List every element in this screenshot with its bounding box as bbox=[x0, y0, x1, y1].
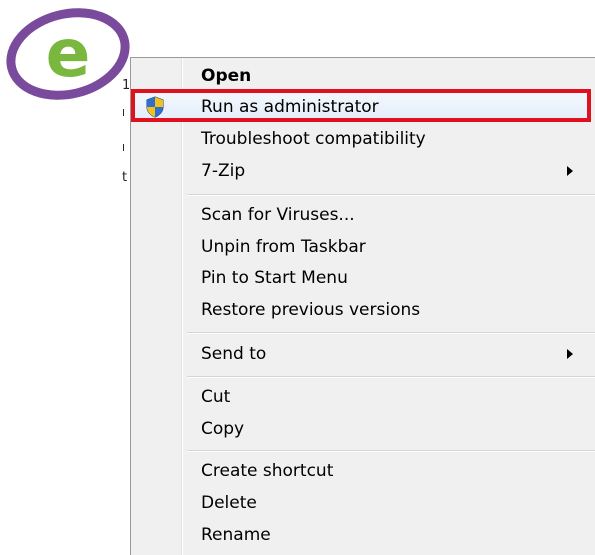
menu-item-label: Run as administrator bbox=[201, 97, 379, 117]
menu-item-7-zip[interactable]: 7-Zip bbox=[131, 156, 595, 186]
e-logo: e bbox=[6, 8, 130, 100]
menu-separator bbox=[187, 376, 595, 378]
menu-item-label: Copy bbox=[201, 419, 245, 439]
menu-item-label: Scan for Viruses... bbox=[201, 205, 355, 225]
menu-item-label: 7-Zip bbox=[201, 161, 246, 181]
menu-item-label: Create shortcut bbox=[201, 461, 334, 481]
menu-item-label: Rename bbox=[201, 525, 271, 545]
submenu-arrow-icon bbox=[567, 166, 573, 176]
menu-item-rename[interactable]: Rename bbox=[131, 520, 595, 550]
menu-item-troubleshoot-compatibility[interactable]: Troubleshoot compatibility bbox=[131, 124, 595, 154]
menu-item-label: Pin to Start Menu bbox=[201, 268, 348, 288]
menu-separator bbox=[187, 450, 595, 452]
menu-item-label: Troubleshoot compatibility bbox=[201, 129, 426, 149]
menu-item-scan-for-viruses[interactable]: Scan for Viruses... bbox=[131, 200, 595, 230]
menu-item-label: Unpin from Taskbar bbox=[201, 237, 366, 257]
submenu-arrow-icon bbox=[567, 349, 573, 359]
menu-separator bbox=[187, 332, 595, 334]
menu-item-open[interactable]: Open bbox=[131, 61, 595, 91]
menu-item-copy[interactable]: Copy bbox=[131, 414, 595, 444]
menu-item-send-to[interactable]: Send to bbox=[131, 339, 595, 369]
context-menu: Open Run as administrator Troubleshoot c… bbox=[130, 57, 595, 555]
menu-item-restore-previous-versions[interactable]: Restore previous versions bbox=[131, 295, 595, 325]
background-text: t bbox=[122, 170, 128, 185]
menu-item-cut[interactable]: Cut bbox=[131, 382, 595, 412]
menu-item-label: Delete bbox=[201, 493, 257, 513]
menu-separator bbox=[187, 194, 595, 196]
menu-item-label: Send to bbox=[201, 344, 267, 364]
menu-item-delete[interactable]: Delete bbox=[131, 488, 595, 518]
logo-letter: e bbox=[46, 15, 91, 92]
menu-item-label: Cut bbox=[201, 387, 231, 407]
background-text: I bbox=[122, 108, 125, 119]
background-text: I bbox=[122, 143, 125, 154]
menu-item-create-shortcut[interactable]: Create shortcut bbox=[131, 456, 595, 486]
uac-shield-icon bbox=[146, 96, 164, 118]
menu-item-run-as-administrator[interactable]: Run as administrator bbox=[131, 92, 595, 122]
menu-item-pin-to-start-menu[interactable]: Pin to Start Menu bbox=[131, 263, 595, 293]
menu-item-unpin-from-taskbar[interactable]: Unpin from Taskbar bbox=[131, 232, 595, 262]
menu-item-label: Open bbox=[201, 66, 252, 86]
menu-item-label: Restore previous versions bbox=[201, 300, 421, 320]
